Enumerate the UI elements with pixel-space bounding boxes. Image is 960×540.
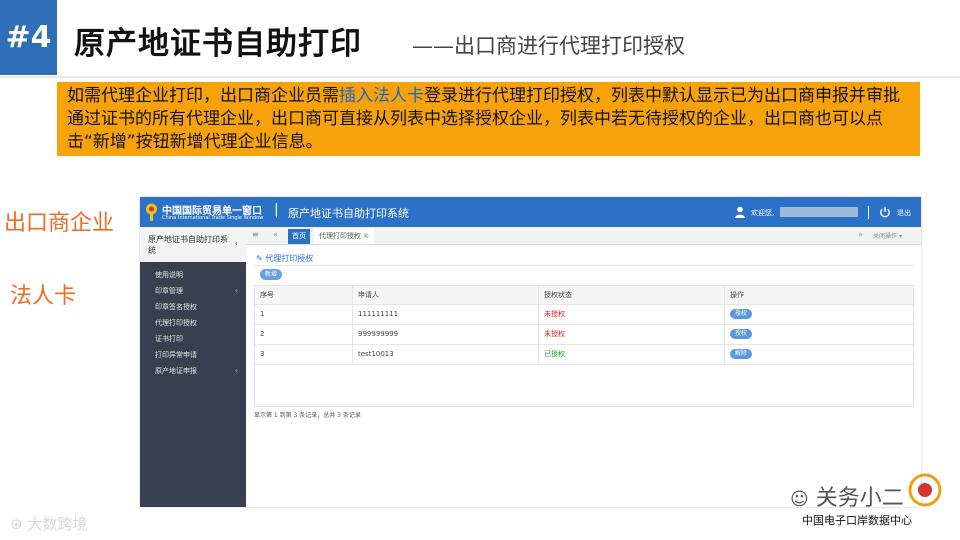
cell-action: 授权 — [725, 304, 913, 324]
cell-status: 已授权 — [539, 344, 725, 364]
cell-applicant: 111111111 — [353, 304, 539, 324]
main-content: ≡ « 首页 代理打印授权 ⊗ » 关闭操作 ▾ ✎ 代理打印授权 新增 序号 … — [246, 227, 921, 507]
sidebar-item-label: 打印异常申请 — [155, 351, 197, 359]
section-title-label: 代理打印授权 — [265, 254, 314, 263]
sidebar-item-label: 代理打印授权 — [155, 319, 197, 327]
column-header: 授权状态 — [539, 286, 725, 304]
sidebar-item-label: 原产地证申报 — [155, 367, 197, 375]
slide-subtitle: ——出口商进行代理打印授权 — [412, 34, 685, 58]
logo-subtext: China International Trade Single Window — [162, 215, 264, 221]
sidebar-item-label: 证书打印 — [155, 335, 183, 343]
wechat-icon: ☺ — [790, 489, 809, 510]
chevron-left-icon: ‹ — [234, 286, 238, 295]
tab-agent-print-auth[interactable]: 代理打印授权 ⊗ — [314, 229, 375, 244]
slide-number-badge: #4 — [0, 0, 57, 75]
sidebar-header[interactable]: 原产地证书自助打印系统 ‹ — [140, 227, 246, 262]
sidebar-item-certificate-print[interactable]: 证书打印 — [140, 331, 246, 347]
authorization-table: 序号 申请人 授权状态 操作 1 111111111 未授权 授权 2 9999… — [254, 285, 914, 407]
watermark-left: ⊛ 大数跨境 — [10, 513, 87, 534]
authorize-button[interactable]: 授权 — [730, 329, 752, 339]
watermark-wechat-text: 关务小二 — [815, 486, 904, 511]
sidebar-item-label: 印章签名授权 — [155, 303, 197, 311]
cell-status: 未授权 — [539, 304, 725, 324]
sidebar-item-label: 印章管理 — [155, 287, 183, 295]
cell-applicant: test10013 — [353, 344, 539, 364]
watermark-data-center: 中国电子口岸数据中心 — [802, 514, 912, 527]
sidebar-item-seal-signature-auth[interactable]: 印章签名授权 — [140, 299, 246, 315]
welcome-text: 欢迎您, — [751, 209, 775, 217]
cell-applicant: 999999999 — [353, 324, 539, 344]
app-window: 中国国际贸易单一窗口 China International Trade Sin… — [140, 197, 921, 507]
watermark-wechat: ☺ 关务小二 — [790, 480, 904, 512]
sidebar-header-label: 原产地证书自助打印系统 — [148, 235, 228, 255]
revoke-button[interactable]: 解除 — [730, 349, 752, 359]
single-window-logo-icon — [146, 203, 157, 221]
table-header: 序号 申请人 授权状态 操作 — [255, 286, 913, 305]
sidebar-item-agent-print-auth[interactable]: 代理打印授权 — [140, 315, 246, 331]
menu-toggle-icon[interactable]: ≡ — [252, 230, 259, 239]
app-header: 中国国际贸易单一窗口 China International Trade Sin… — [140, 197, 921, 227]
authorize-button[interactable]: 授权 — [730, 309, 752, 319]
column-header: 操作 — [730, 291, 744, 299]
sidebar-item-label: 使用说明 — [155, 271, 183, 279]
user-icon — [735, 206, 745, 218]
note-text-1: 如需代理企业打印，出口商企业员需 — [67, 86, 339, 106]
chevron-left-icon: ‹ — [234, 366, 238, 375]
scroll-right-icon[interactable]: » — [858, 230, 863, 239]
scroll-left-icon[interactable]: « — [273, 230, 278, 239]
tab-bar: ≡ « 首页 代理打印授权 ⊗ » 关闭操作 ▾ — [246, 227, 921, 245]
note-highlight: 插入法人卡 — [339, 86, 424, 106]
instruction-note: 如需代理企业打印，出口商企业员需插入法人卡登录进行代理打印授权，列表中默认显示已… — [57, 82, 920, 156]
header-divider — [868, 206, 869, 219]
watermark-left-icon: ⊛ — [10, 515, 23, 533]
close-tab-icon[interactable]: ⊗ — [363, 232, 369, 240]
logout-link[interactable]: 退出 — [897, 208, 911, 218]
table-row: 1 111111111 未授权 授权 — [255, 304, 913, 325]
table-row: 2 999999999 未授权 授权 — [255, 324, 913, 345]
section-divider — [254, 265, 914, 266]
sidebar-item-origin-declaration[interactable]: 原产地证申报 ‹ — [140, 363, 246, 379]
cell-action: 授权 — [725, 324, 913, 344]
sidebar: 原产地证书自助打印系统 ‹ 使用说明 印章管理 ‹ 印章签名授权 代理打印授权 证… — [140, 227, 246, 507]
add-button[interactable]: 新增 — [260, 269, 282, 280]
chevron-left-icon: ‹ — [234, 239, 238, 248]
header-separator: | — [274, 202, 279, 218]
close-operations-dropdown[interactable]: 关闭操作 ▾ — [873, 231, 902, 240]
column-header: 序号 — [255, 286, 353, 304]
username-redacted — [780, 207, 858, 217]
title-divider — [0, 76, 960, 78]
column-header: 申请人 — [353, 286, 539, 304]
slide-title: 原产地证书自助打印 — [74, 26, 362, 62]
section-title: ✎ 代理打印授权 — [256, 253, 313, 264]
cell-no: 2 — [255, 324, 353, 344]
pagination-info: 显示第 1 到第 3 条记录，总共 3 条记录 — [254, 412, 361, 419]
system-title: 原产地证书自助打印系统 — [288, 207, 409, 220]
table-row: 3 test10013 已授权 解除 — [255, 344, 913, 365]
cell-action: 解除 — [725, 344, 913, 364]
edit-icon: ✎ — [256, 254, 263, 263]
sidebar-item-usage[interactable]: 使用说明 — [140, 267, 246, 283]
sidebar-item-print-exception[interactable]: 打印异常申请 — [140, 347, 246, 363]
watermark-left-text: 大数跨境 — [27, 515, 88, 533]
close-ops-label: 关闭操作 — [873, 233, 898, 240]
side-label-exporter: 出口商企业 — [4, 211, 115, 236]
side-label-legal-card: 法人卡 — [10, 284, 77, 309]
cell-no: 1 — [255, 304, 353, 324]
seal-logo-icon — [908, 473, 942, 507]
power-icon[interactable] — [879, 206, 891, 218]
tab-label: 代理打印授权 — [319, 232, 361, 240]
cell-no: 3 — [255, 344, 353, 364]
tab-home[interactable]: 首页 — [288, 229, 310, 244]
sidebar-item-seal-management[interactable]: 印章管理 ‹ — [140, 283, 246, 299]
cell-status: 未授权 — [539, 324, 725, 344]
